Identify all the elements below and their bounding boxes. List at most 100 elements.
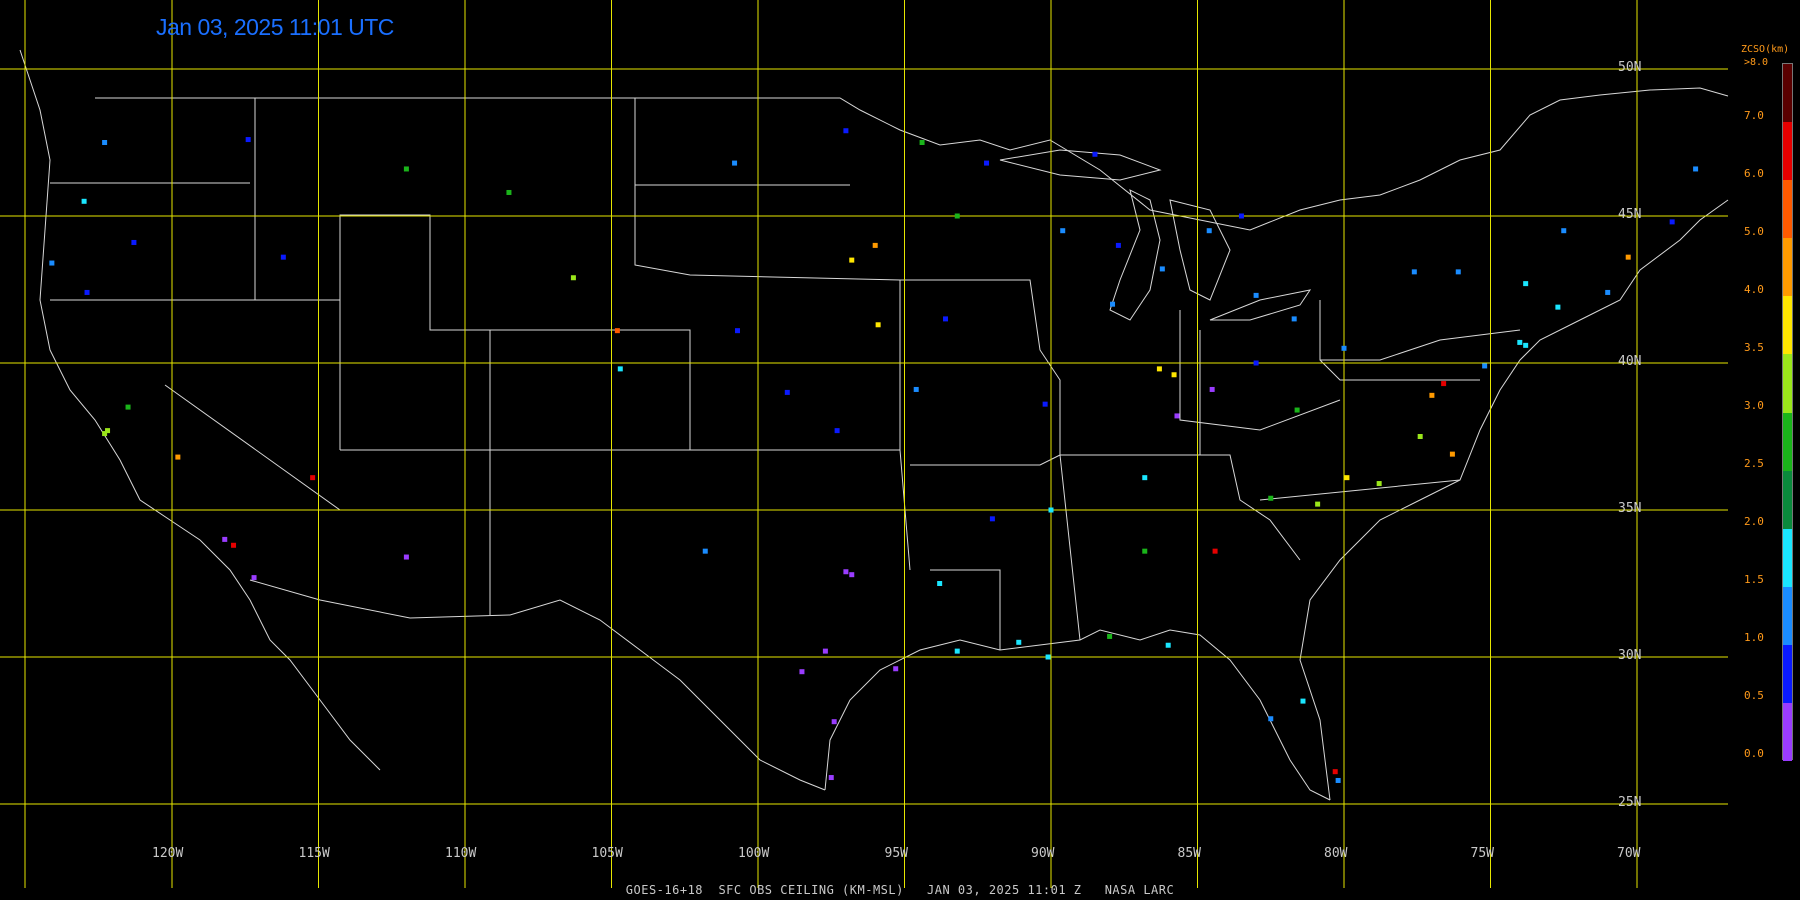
map-canvas bbox=[0, 0, 1729, 888]
lake-huron bbox=[1169, 199, 1231, 301]
longitude-label: 115W bbox=[298, 846, 330, 861]
station-marker bbox=[1060, 228, 1066, 234]
latitude-label: 40N bbox=[1618, 354, 1642, 369]
colorbar-segment bbox=[1783, 122, 1792, 181]
station-marker bbox=[1555, 304, 1561, 310]
lake-michigan bbox=[1109, 189, 1161, 321]
station-marker bbox=[1171, 372, 1177, 378]
station-marker bbox=[1523, 342, 1529, 348]
station-marker bbox=[1268, 716, 1274, 722]
station-marker bbox=[1268, 495, 1274, 501]
station-marker bbox=[784, 389, 790, 395]
station-marker bbox=[875, 322, 881, 328]
latitude-label: 30N bbox=[1618, 648, 1642, 663]
station-marker bbox=[989, 516, 995, 522]
latitude-label: 45N bbox=[1618, 207, 1642, 222]
station-marker bbox=[849, 257, 855, 263]
colorbar-segment bbox=[1783, 238, 1792, 297]
station-marker bbox=[984, 160, 990, 166]
station-marker bbox=[732, 160, 738, 166]
colorbar-segment bbox=[1783, 586, 1792, 646]
colorbar-segment bbox=[1783, 354, 1792, 413]
station-marker bbox=[1300, 698, 1306, 704]
lat-lon-grid bbox=[0, 0, 1728, 888]
longitude-label: 105W bbox=[591, 846, 623, 861]
california-nv-line bbox=[164, 384, 341, 511]
station-marker bbox=[1156, 366, 1162, 372]
station-marker bbox=[1092, 151, 1098, 157]
station-marker bbox=[1294, 407, 1300, 413]
colorbar-tick-label: 6.0 bbox=[1744, 167, 1764, 180]
station-marker bbox=[617, 366, 623, 372]
station-marker bbox=[1455, 269, 1461, 275]
station-marker bbox=[1165, 642, 1171, 648]
station-marker bbox=[125, 404, 131, 410]
colorbar-max-label: >8.0 bbox=[1744, 57, 1769, 68]
longitude-label: 120W bbox=[152, 846, 184, 861]
longitude-label: 90W bbox=[1031, 846, 1055, 861]
station-marker bbox=[1042, 401, 1048, 407]
station-marker bbox=[919, 140, 925, 145]
station-marker bbox=[49, 260, 55, 266]
colorbar-tick-label: 0.5 bbox=[1744, 689, 1764, 702]
station-marker bbox=[1291, 316, 1297, 322]
station-marker bbox=[828, 775, 834, 781]
colorbar-tick-label: 0.0 bbox=[1744, 747, 1764, 760]
station-marker bbox=[831, 719, 837, 725]
station-marker bbox=[1332, 769, 1338, 775]
latitude-label: 50N bbox=[1618, 60, 1642, 75]
colorbar-tick-label: 3.5 bbox=[1744, 341, 1764, 354]
station-marker bbox=[1107, 633, 1113, 639]
station-marker bbox=[1016, 639, 1022, 645]
colorbar-segment bbox=[1783, 702, 1792, 762]
station-marker bbox=[310, 475, 316, 481]
station-marker bbox=[105, 428, 111, 434]
latitude-label: 25N bbox=[1618, 795, 1642, 810]
station-markers bbox=[49, 128, 1699, 783]
station-marker bbox=[1693, 166, 1699, 172]
station-marker bbox=[1212, 548, 1218, 554]
canada-border bbox=[95, 87, 1729, 231]
station-marker bbox=[1376, 481, 1382, 487]
colorbar-tick-label: 5.0 bbox=[1744, 225, 1764, 238]
station-marker bbox=[1048, 507, 1054, 513]
station-marker bbox=[1315, 501, 1321, 507]
station-marker bbox=[1206, 228, 1212, 234]
station-marker bbox=[1110, 301, 1116, 307]
station-marker bbox=[843, 569, 849, 575]
station-marker bbox=[81, 198, 87, 204]
colorbar-segment bbox=[1783, 64, 1792, 123]
station-marker bbox=[893, 666, 899, 672]
station-marker bbox=[1341, 345, 1347, 351]
station-marker bbox=[570, 275, 576, 281]
station-marker bbox=[1115, 242, 1121, 248]
colorbar-tick-label: 2.0 bbox=[1744, 515, 1764, 528]
station-marker bbox=[822, 648, 828, 654]
longitude-label: 100W bbox=[738, 846, 770, 861]
colorbar-segment bbox=[1783, 470, 1792, 530]
station-marker bbox=[131, 239, 137, 245]
longitude-label: 110W bbox=[445, 846, 477, 861]
station-marker bbox=[1482, 363, 1488, 369]
station-marker bbox=[1335, 777, 1341, 783]
station-marker bbox=[84, 289, 90, 295]
station-marker bbox=[913, 386, 919, 392]
colorbar-segment bbox=[1783, 180, 1792, 239]
latitude-label: 35N bbox=[1618, 501, 1642, 516]
station-marker bbox=[403, 166, 409, 172]
station-marker bbox=[799, 669, 805, 675]
colorbar-tick-label: 3.0 bbox=[1744, 399, 1764, 412]
colorbar bbox=[1782, 63, 1793, 762]
station-marker bbox=[1449, 451, 1455, 457]
timestamp-title: Jan 03, 2025 11:01 UTC bbox=[156, 14, 394, 40]
longitude-label: 80W bbox=[1324, 846, 1348, 861]
station-marker bbox=[506, 189, 512, 195]
station-marker bbox=[175, 454, 181, 460]
station-marker bbox=[1159, 266, 1165, 272]
longitude-label: 95W bbox=[884, 846, 908, 861]
colorbar-title: ZCSO(km) bbox=[1741, 44, 1790, 55]
station-marker bbox=[251, 575, 257, 581]
station-marker bbox=[1142, 548, 1148, 554]
station-marker bbox=[102, 140, 108, 145]
station-marker bbox=[1411, 269, 1417, 275]
